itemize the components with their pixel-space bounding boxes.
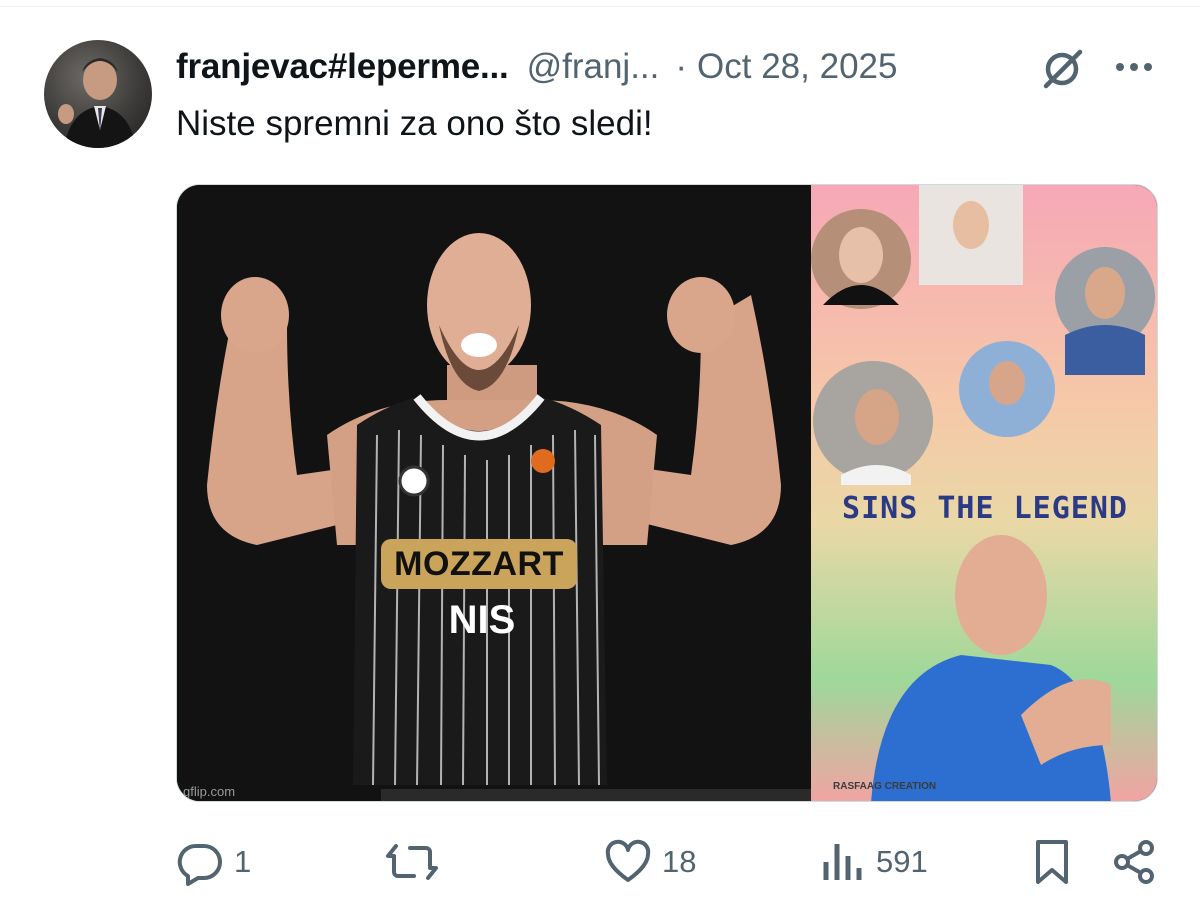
heart-icon <box>605 839 651 882</box>
tweet-header: franjevac#leperme... @franj... · Oct 28,… <box>176 44 897 90</box>
avatar[interactable] <box>44 40 152 148</box>
display-name[interactable]: franjevac#leperme... <box>176 47 509 87</box>
tweet-text: Niste spremni za ono što sledi! <box>176 104 653 143</box>
share-button[interactable] <box>1110 836 1158 888</box>
media-photo-collage[interactable]: SINS THE LEGEND RASFAAG CREATION <box>811 185 1157 801</box>
user-handle[interactable]: @franj... <box>527 47 660 87</box>
share-icon <box>1114 840 1154 884</box>
tweet-date[interactable]: Oct 28, 2025 <box>697 47 897 87</box>
views-count: 591 <box>876 844 928 879</box>
collage-credit: RASFAAG CREATION <box>833 781 937 792</box>
avatar-figure <box>58 58 136 148</box>
more-icon[interactable] <box>1112 52 1156 82</box>
player-illustration <box>177 185 811 801</box>
jersey-sponsor-nis: NIS <box>448 597 516 642</box>
grok-icon[interactable] <box>1040 46 1086 92</box>
media-photo-player[interactable]: MOZZART NIS gflip.com <box>177 185 811 801</box>
tweet-media[interactable]: MOZZART NIS gflip.com SINS THE LEGEND RA… <box>176 184 1158 802</box>
repost-icon <box>386 844 438 880</box>
top-divider <box>0 6 1200 7</box>
reply-count: 1 <box>234 844 252 879</box>
repost-button[interactable] <box>384 836 450 888</box>
views-icon <box>823 844 862 880</box>
bookmark-icon <box>1036 840 1068 884</box>
action-bar: 1 18 591 <box>0 836 1200 888</box>
bookmark-button[interactable] <box>1032 836 1072 888</box>
image-watermark: gflip.com <box>183 784 236 799</box>
like-button[interactable]: 18 <box>604 836 696 888</box>
reply-button[interactable]: 1 <box>176 836 251 888</box>
views-button[interactable]: 591 <box>818 836 928 888</box>
collage-title: SINS THE LEGEND <box>842 491 1128 526</box>
reply-icon <box>177 843 222 886</box>
like-count: 18 <box>662 844 697 879</box>
jersey-sponsor-mozzart: MOZZART <box>394 544 564 583</box>
header-separator: · <box>675 47 688 86</box>
